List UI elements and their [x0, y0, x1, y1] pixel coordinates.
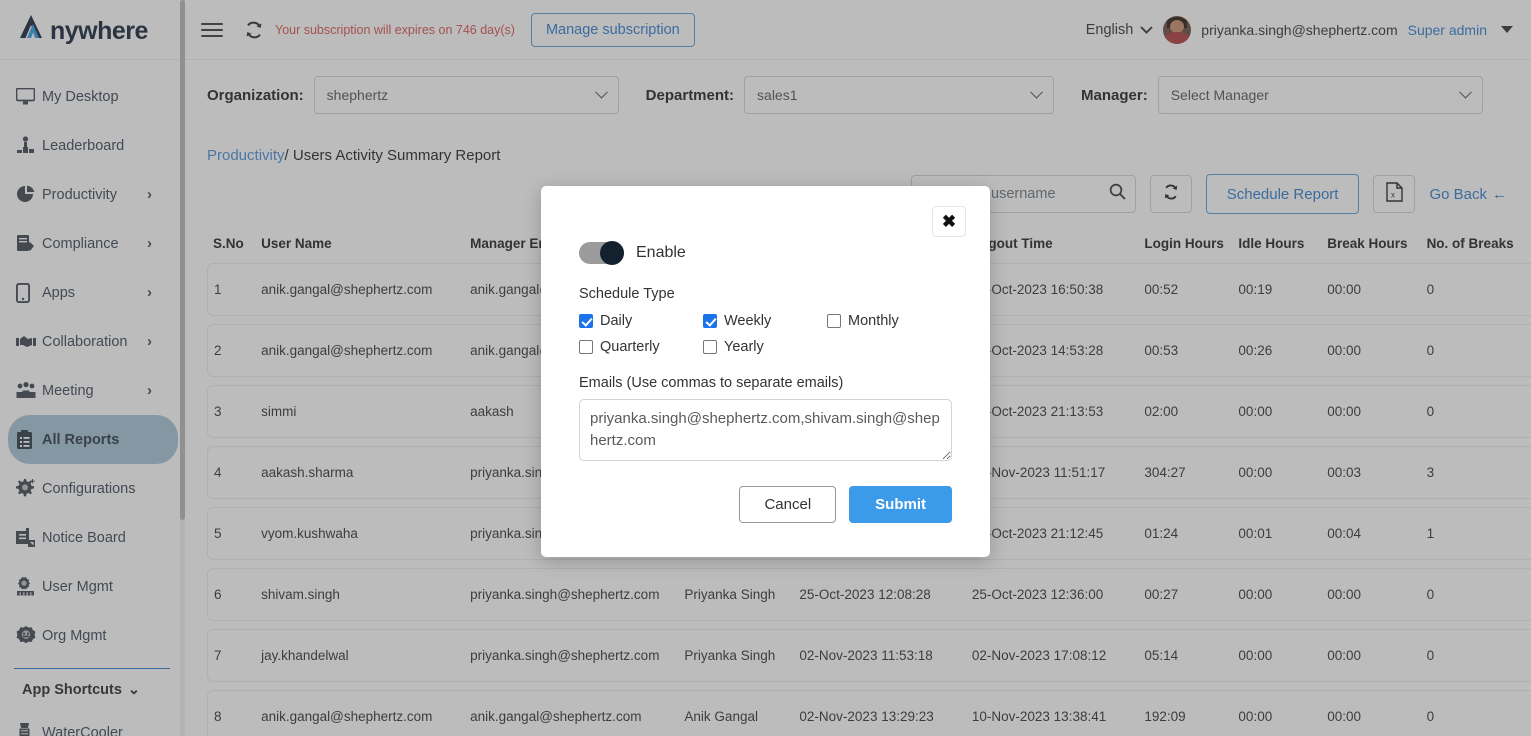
close-icon[interactable]: ✖ — [932, 206, 966, 237]
checkbox-box — [579, 340, 593, 354]
schedule-type-options: Daily Weekly Monthly Quarterly Yearly — [579, 313, 952, 355]
enable-toggle-row: Enable — [579, 241, 952, 265]
checkbox-label: Daily — [600, 313, 633, 329]
page-root: nywhere My Desktop Leaderboard Productiv… — [0, 0, 1531, 736]
cancel-button[interactable]: Cancel — [739, 486, 837, 523]
checkbox-box — [703, 314, 717, 328]
checkbox-label: Quarterly — [600, 339, 660, 355]
emails-label: Emails (Use commas to separate emails) — [579, 375, 844, 391]
checkbox-label: Monthly — [848, 313, 899, 329]
checkbox-daily[interactable]: Daily — [579, 313, 703, 329]
checkbox-box — [703, 340, 717, 354]
checkbox-box — [579, 314, 593, 328]
checkbox-label: Yearly — [724, 339, 764, 355]
modal-body: Enable Schedule Type Daily Weekly Monthl… — [541, 186, 990, 523]
checkbox-weekly[interactable]: Weekly — [703, 313, 827, 329]
checkbox-box — [827, 314, 841, 328]
checkbox-monthly[interactable]: Monthly — [827, 313, 952, 329]
schedule-report-modal: ✖ Enable Schedule Type Daily Weekly Mont — [541, 186, 990, 557]
modal-actions: Cancel Submit — [579, 486, 952, 523]
toggle-knob — [600, 241, 624, 265]
submit-button[interactable]: Submit — [849, 486, 952, 523]
enable-label: Enable — [636, 244, 686, 261]
enable-toggle[interactable] — [579, 241, 624, 265]
schedule-type-label: Schedule Type — [579, 286, 675, 302]
emails-textarea[interactable] — [579, 399, 952, 461]
checkbox-yearly[interactable]: Yearly — [703, 339, 827, 355]
checkbox-quarterly[interactable]: Quarterly — [579, 339, 703, 355]
checkbox-label: Weekly — [724, 313, 772, 329]
